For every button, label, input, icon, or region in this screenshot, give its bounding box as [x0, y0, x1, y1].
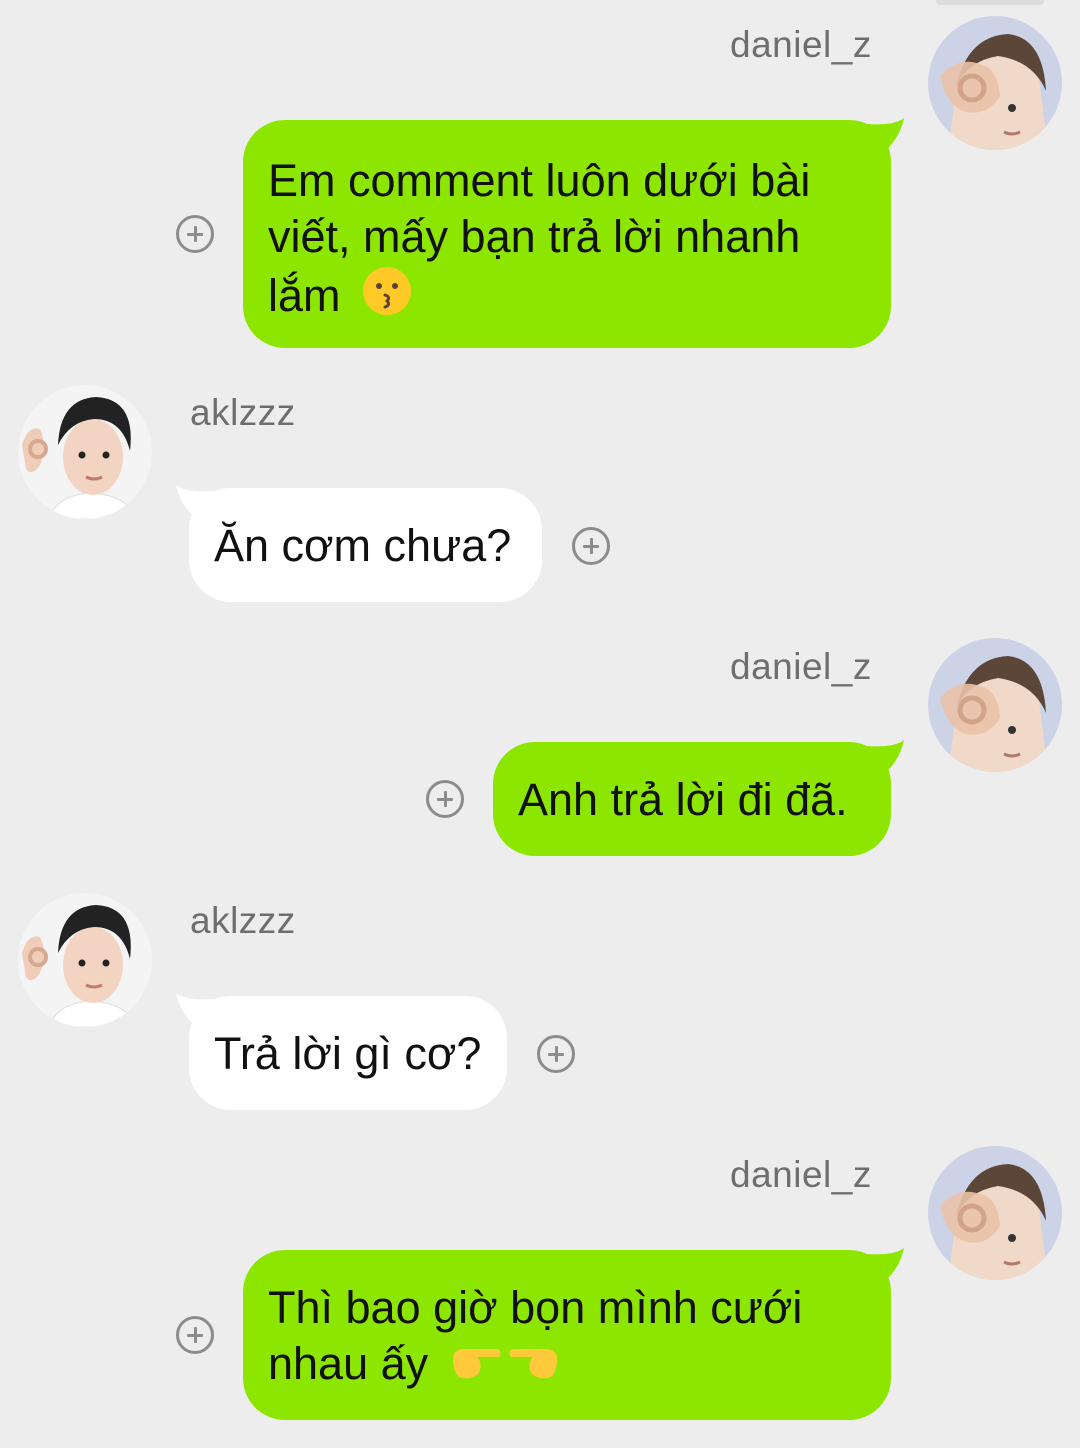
message-text: Em comment luôn dưới bài viết, mấy bạn t…	[268, 155, 811, 321]
add-reaction-button[interactable]	[176, 215, 214, 253]
kissing-face-emoji	[363, 267, 412, 315]
bubble-tail	[866, 1248, 904, 1282]
message-text: Anh trả lời đi đã.	[518, 774, 848, 825]
add-reaction-button[interactable]	[572, 527, 610, 565]
pointing-hands-emoji	[452, 1349, 557, 1379]
add-reaction-button[interactable]	[537, 1035, 575, 1073]
avatar[interactable]	[928, 638, 1062, 772]
message-bubble[interactable]: Thì bao giờ bọn mình cưới nhau ấy	[243, 1250, 891, 1420]
bubble-tail	[866, 118, 904, 152]
avatar[interactable]	[18, 385, 152, 519]
message-text: Trả lời gì cơ?	[214, 1028, 482, 1079]
sender-name: daniel_z	[730, 646, 872, 687]
avatar[interactable]	[928, 1146, 1062, 1280]
message-bubble[interactable]: Anh trả lời đi đã.	[493, 742, 891, 856]
message-text: Ăn cơm chưa?	[214, 520, 512, 571]
add-reaction-button[interactable]	[176, 1316, 214, 1354]
avatar-daniel-icon	[928, 16, 1062, 150]
bubble-tail	[866, 740, 904, 774]
message-bubble[interactable]: Trả lời gì cơ?	[189, 996, 507, 1110]
message-bubble[interactable]: Em comment luôn dưới bài viết, mấy bạn t…	[243, 120, 891, 348]
avatar-daniel-icon	[928, 1146, 1062, 1280]
sender-name: aklzzz	[190, 392, 296, 433]
message-bubble[interactable]: Ăn cơm chưa?	[189, 488, 542, 602]
avatar[interactable]	[928, 16, 1062, 150]
sender-name: daniel_z	[730, 1154, 872, 1195]
sender-name: aklzzz	[190, 900, 296, 941]
avatar-aklzzz-icon	[18, 893, 152, 1027]
avatar-aklzzz-icon	[18, 385, 152, 519]
add-reaction-button[interactable]	[426, 780, 464, 818]
sender-name: daniel_z	[730, 24, 872, 65]
top-bar-edge	[936, 0, 1044, 5]
avatar[interactable]	[18, 893, 152, 1027]
avatar-daniel-icon	[928, 638, 1062, 772]
